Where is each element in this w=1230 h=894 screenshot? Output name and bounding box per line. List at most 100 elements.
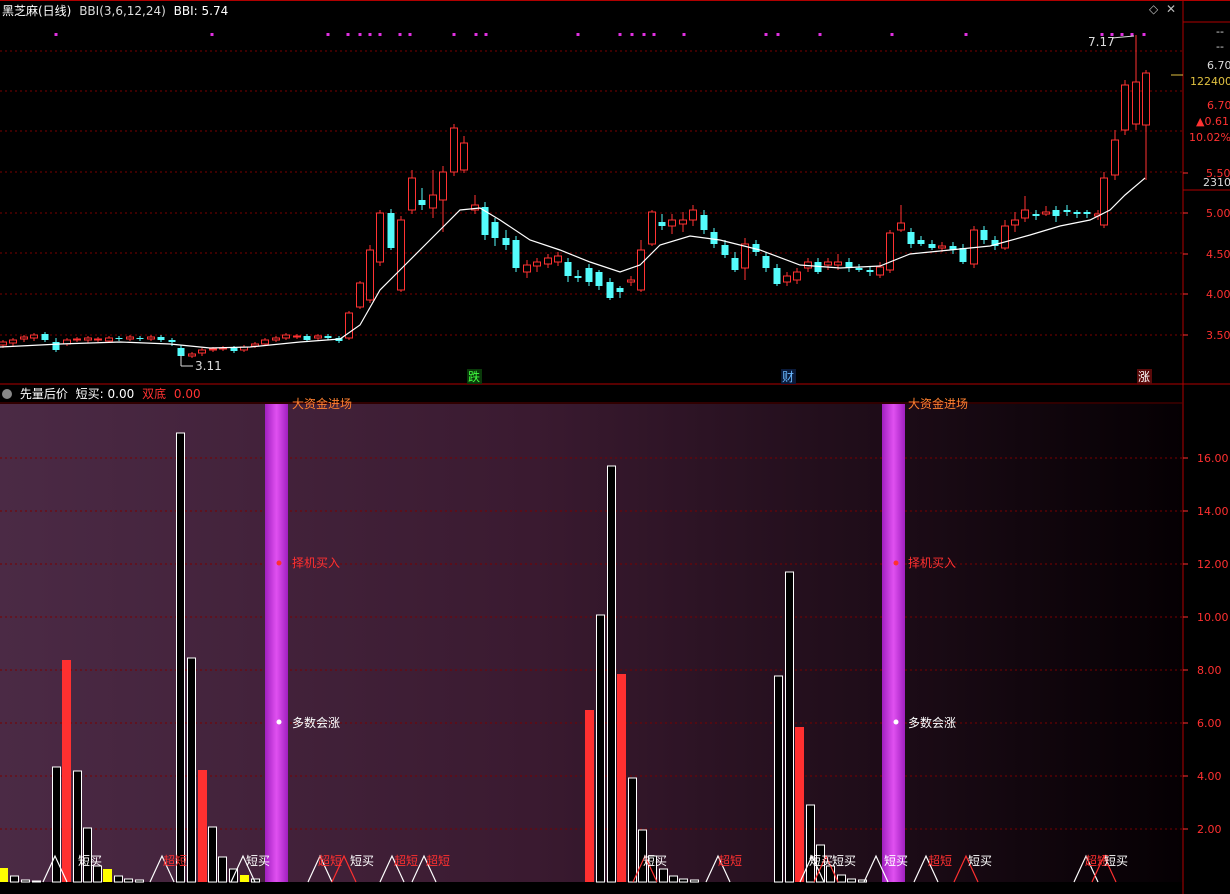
candle-body <box>907 232 915 244</box>
volume-bar <box>795 727 804 882</box>
signal-dot <box>378 33 382 36</box>
short-buy-label: 短买 <box>1104 854 1128 868</box>
indicator-tick-label: 10.00 <box>1197 611 1229 624</box>
indicator-tick-label: 8.00 <box>1197 664 1222 677</box>
short-buy-label: 短买 <box>832 854 856 868</box>
candle-body <box>1083 212 1091 214</box>
candle-body <box>824 261 832 266</box>
candle-body <box>637 249 645 291</box>
candle-body <box>668 219 676 227</box>
candle-body <box>293 335 301 338</box>
close-icon[interactable]: ✕ <box>1166 2 1176 16</box>
volume-bar <box>103 869 112 882</box>
short-buy-label: 短买 <box>968 854 992 868</box>
candle-body <box>700 215 708 230</box>
candle-body <box>314 335 322 339</box>
candle-body <box>1001 225 1009 249</box>
signal-dot <box>1142 33 1146 36</box>
indicator-ticks: 16.00 14.00 12.00 10.00 8.00 6.00 4.00 2.00 <box>1183 452 1229 836</box>
candle-body <box>980 230 988 240</box>
volume-bar <box>596 614 605 883</box>
candle-body <box>938 245 946 249</box>
indicator-panel-name[interactable]: 先量后价 <box>20 387 68 401</box>
volume-bar <box>135 879 144 883</box>
indicator-tick-label: 12.00 <box>1197 558 1229 571</box>
event-cai-label: 财 <box>782 370 794 384</box>
indicator-tick-label: 6.00 <box>1197 717 1222 730</box>
volume-bar <box>847 878 856 883</box>
candle-body <box>20 336 28 340</box>
candle-body <box>41 334 49 340</box>
volume-bar <box>32 880 41 883</box>
short-buy-label: 短买 <box>78 854 102 868</box>
signal-dot <box>326 33 330 36</box>
signal-dot <box>398 33 402 36</box>
candle-body <box>356 282 364 308</box>
signal-dot <box>618 33 622 36</box>
signal-dot <box>776 33 780 36</box>
diamond-icon[interactable]: ◇ <box>1149 2 1158 16</box>
mostly-rise-dot-1 <box>276 719 282 725</box>
candle-body <box>731 258 739 270</box>
candle-body <box>126 336 134 340</box>
indicator-formula[interactable]: BBI(3,6,12,24) <box>79 4 166 18</box>
stock-name[interactable]: 黑芝麻(日线) <box>2 4 71 18</box>
candle-body <box>648 211 656 245</box>
candle-body <box>773 268 781 284</box>
candle-body <box>855 268 863 270</box>
event-zhang-label: 涨 <box>1138 369 1150 384</box>
signal-dot <box>1130 33 1134 36</box>
candle-body <box>387 213 395 248</box>
candle-body <box>574 276 582 278</box>
volume-bar <box>826 865 835 883</box>
volume-bar <box>690 879 699 883</box>
signal-dot <box>630 33 634 36</box>
big-money-label-2: 大资金进场 <box>908 396 968 411</box>
signal-dot <box>408 33 412 36</box>
price-tick-label: 3.50 <box>1206 329 1230 342</box>
indicator-value: BBI: 5.74 <box>173 4 229 18</box>
collapse-icon[interactable] <box>2 389 12 399</box>
volume-bar <box>176 432 185 883</box>
signal-dot <box>474 33 478 36</box>
candle-body <box>491 222 499 238</box>
candle-body <box>793 271 801 281</box>
volume-bar <box>628 777 637 883</box>
candle-body <box>1042 211 1050 215</box>
candle-body <box>658 222 666 226</box>
choose-buy-dot-2 <box>893 560 899 566</box>
double-bottom-label: 双底 <box>142 387 167 401</box>
signal-dot <box>818 33 822 36</box>
short-buy-label: 短买 <box>884 854 908 868</box>
super-short-label: 超短 <box>318 853 342 868</box>
price-tick-label: 4.00 <box>1206 288 1230 301</box>
candle-body <box>439 171 447 201</box>
volume-bar <box>198 770 207 882</box>
big-money-pillar-1 <box>265 404 288 882</box>
event-die-label: 跌 <box>468 369 480 384</box>
candle-body <box>689 209 697 221</box>
indicator-tick-label: 2.00 <box>1197 823 1222 836</box>
volume-bar <box>10 875 19 883</box>
candle-body <box>876 266 884 276</box>
candle-body <box>230 348 238 351</box>
volume-bar <box>785 571 794 883</box>
price-tick-label: 4.50 <box>1206 248 1230 261</box>
candle-body <box>168 340 176 342</box>
short-buy-label: 短买 <box>809 854 833 868</box>
candle-body <box>157 337 165 340</box>
volume-bar <box>187 657 196 883</box>
volume-bar <box>806 804 815 883</box>
candle-body <box>73 338 81 341</box>
mostly-rise-label-2: 多数会涨 <box>908 715 956 730</box>
volume-bar <box>669 875 678 883</box>
super-short-label: 超短 <box>426 853 450 868</box>
candle-body <box>30 334 38 339</box>
volume-bar <box>251 878 260 883</box>
volume-bar <box>62 660 71 882</box>
candle-body <box>1111 139 1119 176</box>
signal-dot <box>368 33 372 36</box>
candle-body <box>429 194 437 209</box>
candle-body <box>834 261 842 266</box>
candle-body <box>897 222 905 231</box>
